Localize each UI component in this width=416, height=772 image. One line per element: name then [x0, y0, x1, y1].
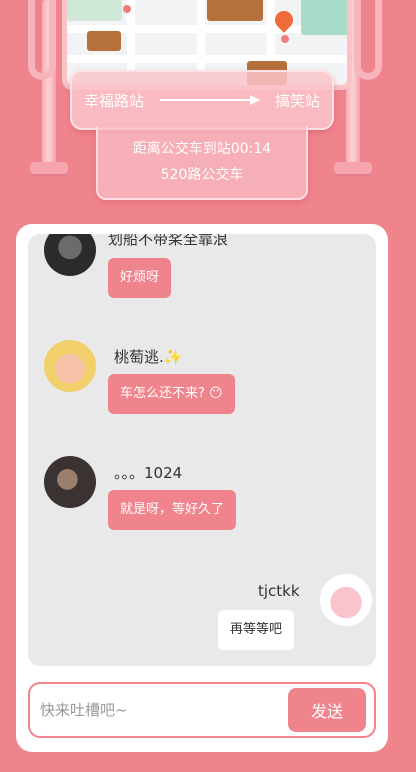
sender-name: tjctkk — [258, 582, 300, 600]
message-bubble: 再等等吧 — [218, 610, 295, 650]
route-card: 幸福路站 搞笑站 — [70, 70, 334, 130]
message-bubble: 就是呀，等好久了 — [108, 490, 237, 530]
avatar[interactable] — [44, 234, 96, 276]
list-item: 划船不带桨全靠浪 好烦呀 — [28, 234, 376, 314]
message-input[interactable] — [40, 692, 280, 728]
bus-line: 520路公交车 — [160, 167, 244, 183]
send-button[interactable]: 发送 — [288, 688, 366, 732]
list-item: 桃萄逃.✨ 车怎么还不来? 😶 — [28, 338, 376, 428]
message-bubble: 好烦呀 — [108, 258, 172, 298]
avatar[interactable] — [320, 574, 372, 626]
avatar[interactable] — [44, 456, 96, 508]
from-station: 幸福路站 — [84, 91, 145, 110]
sender-name: 划船不带桨全靠浪 — [108, 234, 229, 248]
sender-name: 桃萄逃.✨ — [114, 348, 183, 366]
composer: 发送 — [28, 682, 376, 738]
sender-name: 。。。1024 — [114, 464, 183, 482]
arrival-info-card: 距离公交车到站00:14 520路公交车 — [96, 126, 308, 200]
list-item: tjctkk 再等等吧 — [28, 572, 376, 662]
message-list[interactable]: 划船不带桨全靠浪 好烦呀 桃萄逃.✨ 车怎么还不来? 😶 。。。1024 就是呀… — [28, 234, 376, 666]
list-item: 。。。1024 就是呀，等好久了 — [28, 456, 376, 546]
lamp-arm-right — [354, 0, 382, 80]
avatar[interactable] — [44, 340, 96, 392]
to-station: 搞笑站 — [274, 91, 320, 110]
station-scene: 幸福路站 搞笑站 距离公交车到站00:14 520路公交车 — [0, 0, 416, 220]
lamp-arm-left — [28, 0, 56, 80]
message-bubble: 车怎么还不来? 😶 — [108, 374, 235, 414]
chat-panel: 划船不带桨全靠浪 好烦呀 桃萄逃.✨ 车怎么还不来? 😶 。。。1024 就是呀… — [16, 224, 388, 752]
arrival-countdown: 距离公交车到站00:14 — [132, 141, 272, 157]
arrow-right-icon — [160, 95, 260, 105]
